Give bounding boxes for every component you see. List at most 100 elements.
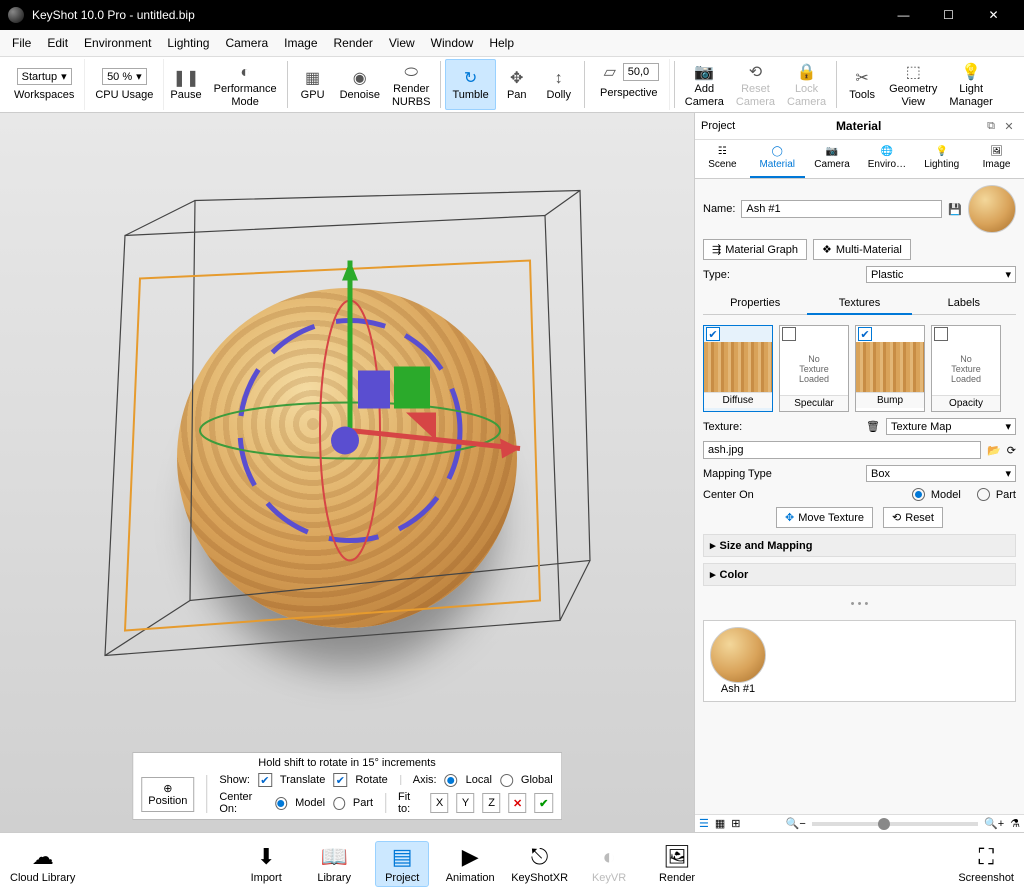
reset-camera-button[interactable]: ⟲Reset Camera [730,59,781,110]
menu-camera[interactable]: Camera [219,34,274,52]
pan-button[interactable]: ✥Pan [496,59,538,110]
tab-scene[interactable]: ☷Scene [695,140,750,178]
save-icon[interactable]: 💾 [948,203,962,216]
dolly-button[interactable]: ↕Dolly [538,59,580,110]
move-texture-button[interactable]: ✥Move Texture [776,507,873,528]
menu-environment[interactable]: Environment [78,34,157,52]
section-size-mapping[interactable]: ▸Size and Mapping [703,534,1016,557]
tab-lighting[interactable]: 💡Lighting [914,140,969,178]
viewport[interactable]: Hold shift to rotate in 15° increments ⊕… [0,113,694,832]
performance-mode-button[interactable]: ◐Performance Mode [208,59,283,110]
center-model-radio[interactable] [275,797,287,810]
zoom-slider[interactable] [812,822,978,826]
keyshotxr-button[interactable]: ⎋KeyShotXR [511,844,568,884]
center-part-radio[interactable] [333,797,345,810]
texture-specular-slot[interactable]: No Texture Loaded Specular [779,325,849,412]
tab-image[interactable]: 🖼Image [969,140,1024,178]
texture-file-input[interactable] [703,441,981,459]
refresh-icon[interactable]: ⟳ [1007,444,1016,457]
texture-type-dropdown[interactable]: Texture Map▾ [886,418,1016,435]
subtab-labels[interactable]: Labels [912,293,1016,315]
geometry-view-button[interactable]: ⬚Geometry View [883,59,943,110]
material-graph-button[interactable]: ⇶Material Graph [703,239,807,260]
filter-icon[interactable]: ⚗ [1010,817,1020,830]
multi-material-button[interactable]: ❖Multi-Material [813,239,911,260]
menu-render[interactable]: Render [328,34,379,52]
menu-help[interactable]: Help [483,34,520,52]
chevron-right-icon: ▸ [710,568,716,581]
menu-file[interactable]: File [6,34,37,52]
menu-window[interactable]: Window [425,34,480,52]
diffuse-checkbox[interactable]: ✔ [706,327,720,341]
center-model-radio-panel[interactable] [912,488,925,501]
import-button[interactable]: ⬇Import [239,844,293,884]
material-name-input[interactable] [741,200,942,218]
add-camera-button[interactable]: 📷Add Camera [679,59,730,110]
light-manager-button[interactable]: 💡Light Manager [943,59,998,110]
reset-texture-button[interactable]: ⟲Reset [883,507,943,528]
type-dropdown[interactable]: Plastic▾ [866,266,1016,283]
gpu-button[interactable]: ▦GPU [292,59,334,110]
texture-label: Texture: [703,421,742,433]
close-button[interactable]: ✕ [971,0,1016,30]
zoom-in-icon[interactable]: 🔍+ [984,817,1004,830]
position-button[interactable]: ⊕ Position [141,777,194,812]
keyvr-button[interactable]: ◐KeyVR [582,844,636,884]
tab-environment[interactable]: 🌐Enviro… [859,140,914,178]
sparkle-icon: ◉ [349,67,371,89]
minimize-button[interactable]: — [881,0,926,30]
drag-handle-icon[interactable]: • • • [703,598,1016,610]
section-color[interactable]: ▸Color [703,563,1016,586]
menu-image[interactable]: Image [278,34,323,52]
lock-camera-button[interactable]: 🔒Lock Camera [781,59,832,110]
render-button[interactable]: 🖼Render [650,844,704,884]
library-button[interactable]: 📖Library [307,844,361,884]
menu-lighting[interactable]: Lighting [161,34,215,52]
bump-checkbox[interactable]: ✔ [858,327,872,341]
texture-bump-slot[interactable]: ✔ Bump [855,325,925,412]
axis-global-radio[interactable] [500,774,513,787]
confirm-fit-button[interactable]: ✔ [535,793,553,813]
tools-button[interactable]: ✂Tools [841,59,883,110]
center-part-radio-panel[interactable] [977,488,990,501]
denoise-button[interactable]: ◉Denoise [334,59,386,110]
view-tree-icon[interactable]: ⊞ [731,817,740,830]
material-list-item[interactable]: Ash #1 [710,627,766,695]
animation-button[interactable]: ▶Animation [443,844,497,884]
project-button[interactable]: ▤Project [375,841,429,887]
trash-icon[interactable]: 🗑 [866,420,880,433]
maximize-button[interactable]: ☐ [926,0,971,30]
specular-checkbox[interactable] [782,327,796,341]
cancel-fit-button[interactable]: ✕ [509,793,527,813]
fit-z-button[interactable]: Z [483,793,501,813]
menu-view[interactable]: View [383,34,421,52]
perspective-input[interactable] [623,63,659,81]
view-grid-icon[interactable]: ▦ [715,817,725,830]
tumble-button[interactable]: ↻Tumble [445,59,495,110]
menu-edit[interactable]: Edit [41,34,74,52]
opacity-checkbox[interactable] [934,327,948,341]
tab-material[interactable]: ◯Material [750,140,805,178]
panel-popout-icon[interactable]: ⧉ [982,117,1000,135]
rotate-checkbox[interactable]: ✔ [333,773,347,787]
panel-close-icon[interactable]: ✕ [1000,117,1018,135]
cpu-usage-dropdown[interactable]: 50 % ▾ [102,68,147,85]
workspace-dropdown[interactable]: Startup ▾ [17,68,72,85]
screenshot-button[interactable]: ⛶Screenshot [958,844,1014,884]
cloud-library-button[interactable]: ☁Cloud Library [10,844,75,884]
zoom-out-icon[interactable]: 🔍− [786,817,806,830]
view-list-icon[interactable]: ☰ [699,817,709,830]
folder-open-icon[interactable]: 📂 [987,444,1001,457]
texture-opacity-slot[interactable]: No Texture Loaded Opacity [931,325,1001,412]
translate-checkbox[interactable]: ✔ [258,773,272,787]
fit-y-button[interactable]: Y [457,793,475,813]
fit-x-button[interactable]: X [431,793,449,813]
texture-diffuse-slot[interactable]: ✔ Diffuse [703,325,773,412]
subtab-textures[interactable]: Textures [807,293,911,315]
pause-button[interactable]: ❚❚Pause [164,59,207,110]
mapping-type-dropdown[interactable]: Box▾ [866,465,1016,482]
render-nurbs-button[interactable]: ⬭Render NURBS [386,59,437,110]
tab-camera[interactable]: 📷Camera [805,140,860,178]
subtab-properties[interactable]: Properties [703,293,807,315]
axis-local-radio[interactable] [445,774,458,787]
